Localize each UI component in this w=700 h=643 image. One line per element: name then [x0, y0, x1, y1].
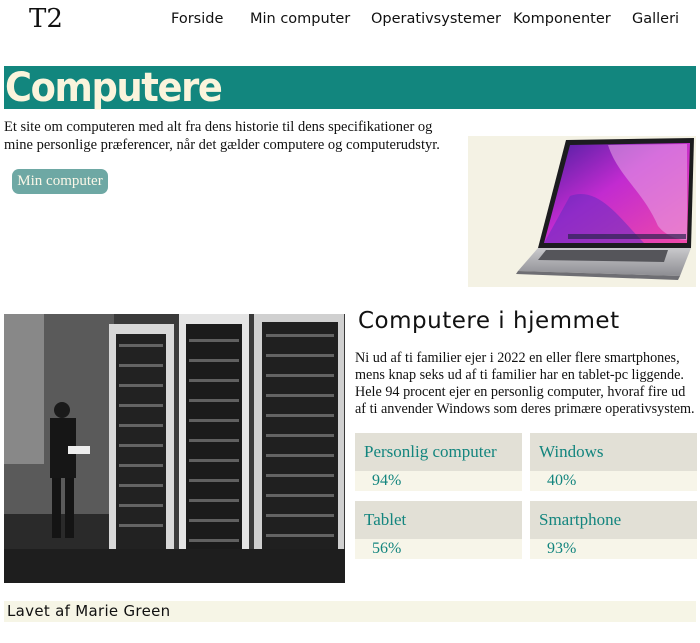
stat-value: 56%: [355, 539, 522, 559]
nav-link-galleri[interactable]: Galleri: [632, 11, 679, 27]
site-logo[interactable]: T2: [29, 4, 63, 34]
section-title: Computere i hjemmet: [358, 308, 620, 334]
nav-link-forside[interactable]: Forside: [171, 11, 223, 27]
laptop-illustration: [516, 138, 694, 280]
stat-value: 93%: [530, 539, 697, 559]
server-room-photo: [4, 314, 345, 583]
nav-link-min-computer[interactable]: Min computer: [250, 11, 350, 27]
stat-label: Tablet: [355, 501, 522, 539]
stat-value: 40%: [530, 471, 697, 491]
stat-card-windows: Windows 40%: [530, 433, 697, 491]
laptop-image: [468, 136, 696, 287]
nav-link-komponenter[interactable]: Komponenter: [513, 11, 611, 27]
hero-banner: Computere: [4, 65, 696, 111]
stat-label: Personlig computer: [355, 433, 522, 471]
stat-card-tablet: Tablet 56%: [355, 501, 522, 559]
page-title: Computere: [5, 65, 223, 111]
stat-card-personlig-computer: Personlig computer 94%: [355, 433, 522, 491]
stat-card-smartphone: Smartphone 93%: [530, 501, 697, 559]
stat-label: Windows: [530, 433, 697, 471]
footer-text: Lavet af Marie Green: [7, 602, 171, 620]
intro-text: Et site om computeren med alt fra dens h…: [4, 119, 440, 153]
nav-link-operativsystemer[interactable]: Operativsystemer: [371, 11, 501, 27]
footer: Lavet af Marie Green: [4, 601, 696, 622]
top-navigation: T2 Forside Min computer Operativsystemer…: [0, 0, 700, 44]
min-computer-button[interactable]: Min computer: [12, 169, 108, 194]
stat-value: 94%: [355, 471, 522, 491]
section-text: Ni ud af ti familier ejer i 2022 en elle…: [355, 350, 695, 417]
server-room-illustration: [4, 314, 345, 583]
stat-label: Smartphone: [530, 501, 697, 539]
